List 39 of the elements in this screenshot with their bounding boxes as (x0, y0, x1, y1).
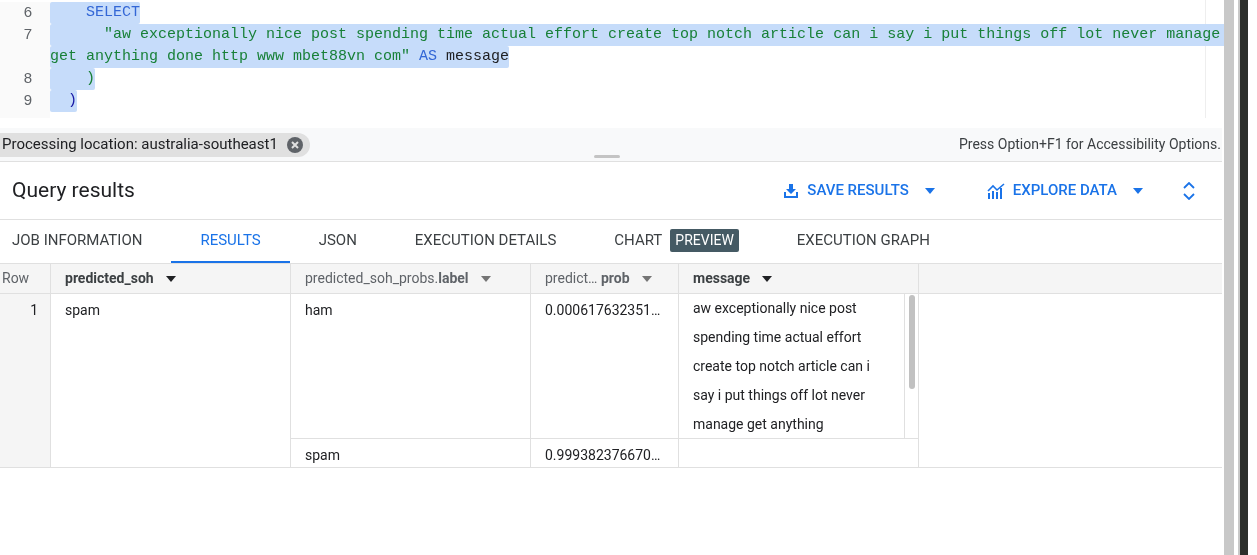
caret-icon (924, 187, 935, 194)
close-icon[interactable] (285, 135, 304, 154)
caret-icon (1133, 187, 1143, 194)
line-number: 7 (23, 24, 32, 42)
table-cell: 0.999382376670… (545, 447, 661, 463)
column-header[interactable]: predicted_soh_probs.label (305, 268, 469, 289)
results-tab[interactable]: CHART PREVIEW (585, 220, 768, 263)
column-header[interactable]: message (693, 268, 751, 289)
line-number: 8 (23, 68, 32, 86)
scrollbar[interactable] (904, 294, 918, 438)
column-header[interactable]: predicted_soh (65, 268, 154, 289)
location-chip[interactable]: Processing location: australia-southeast1 (0, 132, 310, 157)
preview-badge: PREVIEW (670, 229, 739, 252)
line-number: 9 (23, 90, 32, 108)
explore-data-button[interactable]: EXPLORE DATA (978, 179, 1151, 202)
table-cell: 0.000617632351… (545, 302, 661, 318)
results-tab[interactable]: EXECUTION DETAILS (385, 220, 586, 263)
window-scrollbar[interactable] (1224, 0, 1234, 555)
table-cell: spam (305, 447, 340, 463)
row-number: 1 (30, 301, 38, 320)
message-text: aw exceptionally nice post spending time actual effort create top notch article can i say i put things off lot never manage get anything (693, 299, 871, 434)
bar-chart-icon (986, 182, 1005, 199)
save-results-button[interactable]: SAVE RESULTS (775, 179, 943, 202)
results-tab[interactable]: EXECUTION GRAPH (767, 220, 959, 263)
line-number: 6 (23, 2, 32, 20)
dropdown-caret-icon[interactable] (165, 275, 176, 282)
expand-icon[interactable] (1183, 181, 1195, 200)
column-header: Row (0, 264, 51, 293)
table-cell: spam (65, 302, 100, 318)
panel-title: Query results (12, 176, 136, 204)
resize-handle[interactable] (594, 155, 620, 158)
results-tab[interactable]: JSON (289, 220, 386, 263)
results-tab[interactable]: JOB INFORMATION (0, 220, 172, 263)
download-icon (783, 182, 800, 199)
location-label: Processing location: australia-southeast1 (2, 134, 278, 156)
column-header[interactable]: predict… prob (545, 268, 630, 289)
accessibility-hint: Press Option+F1 for Accessibility Options. (959, 135, 1221, 154)
table-cell: ham (305, 302, 333, 318)
dropdown-caret-icon[interactable] (762, 275, 773, 282)
